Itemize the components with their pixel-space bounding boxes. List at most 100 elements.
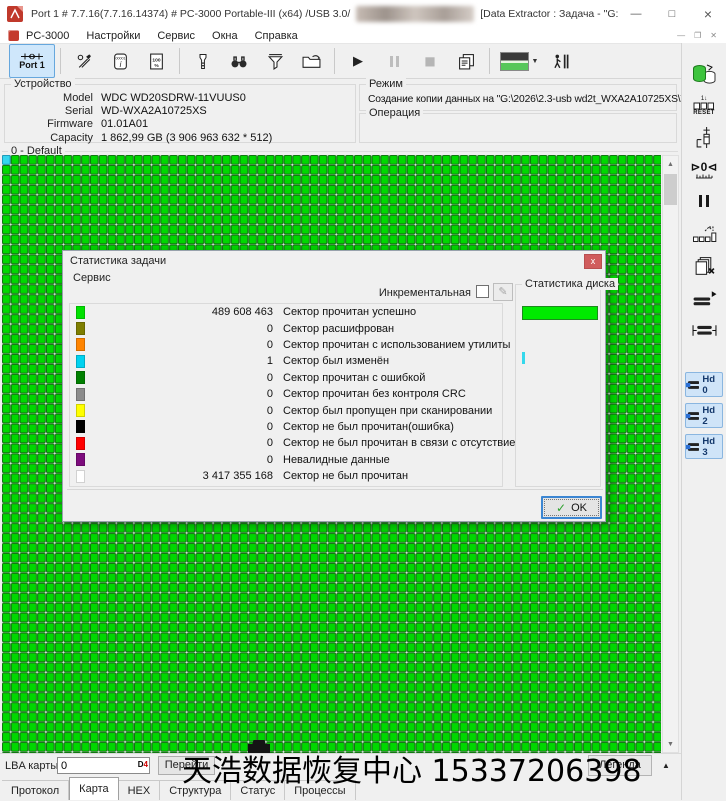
stat-label: Сектор прочитан с использованием утилиты — [283, 339, 510, 351]
title-bar: Port 1 # 7.7.16(7.7.16.14374) # PC-3000 … — [0, 0, 726, 29]
close-button[interactable]: × — [690, 0, 726, 28]
edit-icon[interactable]: ✎ — [493, 283, 513, 301]
menu-item[interactable]: Сервис — [157, 30, 195, 42]
stat-row: 0 Невалидные данные — [70, 452, 502, 468]
ok-button[interactable]: ✓ OK — [541, 496, 602, 519]
pause-utility-button[interactable] — [685, 187, 723, 217]
filter-button[interactable] — [257, 46, 293, 76]
create-copy-button[interactable] — [685, 59, 723, 89]
pause-icon — [390, 56, 399, 67]
open-copy-button[interactable] — [293, 46, 329, 76]
stat-row: 3 417 355 168 Сектор не был прочитан — [70, 468, 502, 484]
minimize-button[interactable]: — — [618, 0, 654, 28]
dec-hex-toggle-icon[interactable]: D4 — [138, 759, 148, 771]
stat-row: 0 Сектор не был прочитан в связи с отсут… — [70, 435, 502, 451]
hd-button-label: Hd 3 — [702, 436, 722, 458]
disk-connect-button[interactable] — [685, 315, 723, 345]
copies-button[interactable] — [448, 46, 484, 76]
chevron-down-icon: ▼ — [532, 58, 539, 65]
clear-copies-button[interactable] — [685, 251, 723, 281]
data-selection-button[interactable] — [185, 46, 221, 76]
pause-task-button[interactable] — [376, 46, 412, 76]
sidebar-hd-button[interactable]: Hd 2 — [685, 403, 723, 428]
bottom-tab[interactable]: Статус — [231, 780, 285, 800]
lba-input[interactable] — [57, 757, 150, 774]
sector-counter-button[interactable]: ⊳0⊲ — [685, 155, 723, 185]
mode-group-label: Режим — [366, 78, 406, 90]
device-info-row: Firmware 01.01A01 — [5, 118, 355, 131]
stat-color-swatch — [76, 371, 85, 384]
svg-text:%: % — [154, 62, 159, 68]
menu-item[interactable]: PC-3000 — [26, 30, 69, 42]
exit-button[interactable] — [543, 46, 579, 76]
stop-task-button[interactable]: ■ — [412, 46, 448, 76]
sidebar-hd-button[interactable]: Hd 3 — [685, 434, 723, 459]
dialog-title-bar[interactable]: Статистика задачи x — [63, 251, 605, 271]
statistics-button[interactable]: 100 % — [138, 46, 174, 76]
stat-row: 0 Сектор не был прочитан(ошибка) — [70, 419, 502, 435]
bottom-tab[interactable]: Карта — [69, 777, 118, 800]
sidebar-hd-button[interactable]: Hd 0 — [685, 372, 723, 397]
censored-text-block — [356, 6, 474, 22]
bottom-tab[interactable]: Процессы — [285, 780, 355, 800]
map-scrollbar[interactable]: ▲ ▼ — [662, 155, 679, 753]
disk-statistics-label: Статистика диска — [522, 278, 618, 290]
hd-button-label: Hd 0 — [702, 374, 722, 396]
collapse-up-icon[interactable]: ▲ — [658, 758, 674, 774]
stat-color-swatch — [76, 322, 85, 335]
utility-settings-button[interactable] — [66, 46, 102, 76]
menu-item[interactable]: Справка — [255, 30, 298, 42]
menu-item[interactable]: Окна — [212, 30, 238, 42]
search-button[interactable] — [221, 46, 257, 76]
stat-label: Сектор не был прочитан — [283, 470, 408, 482]
toolbar-separator — [489, 48, 490, 74]
stat-value: 489 608 463 — [85, 306, 273, 318]
jump-to-chip-button[interactable] — [685, 219, 723, 249]
power-control-button[interactable] — [685, 123, 723, 153]
operation-group-label: Операция — [366, 107, 423, 119]
copy-pages-icon — [458, 53, 475, 70]
menu-item[interactable]: Настройки — [86, 30, 140, 42]
hd-icon — [686, 442, 699, 452]
data-selection-icon — [196, 53, 210, 70]
bottom-tab[interactable]: Протокол — [2, 780, 69, 800]
disk-play-icon — [692, 290, 717, 307]
stat-color-swatch — [76, 437, 85, 450]
mdi-restore-button[interactable]: ❐ — [694, 31, 701, 40]
clear-copies-icon — [693, 256, 716, 277]
mdi-close-button[interactable]: ✕ — [710, 31, 717, 40]
disk-statistics-groupbox: Статистика диска — [515, 284, 601, 487]
stat-label: Сектор прочитан с ошибкой — [283, 372, 425, 384]
port-1-button[interactable]: Port 1 — [9, 44, 55, 78]
dialog-menu-service[interactable]: Сервис — [73, 272, 111, 284]
device-group-label: Устройство — [11, 78, 75, 90]
goto-button[interactable]: Перейти — [158, 756, 215, 775]
incremental-label: Инкрементальная — [271, 287, 471, 299]
bottom-tab[interactable]: Структура — [160, 780, 231, 800]
device-info-row: Model WDC WD20SDRW-11VUUS0 — [5, 92, 355, 105]
run-task-button[interactable]: ▶ — [340, 46, 376, 76]
dialog-divider — [67, 489, 603, 490]
mdi-minimize-button[interactable]: — — [677, 31, 685, 40]
scroll-down-icon[interactable]: ▼ — [663, 736, 678, 752]
stat-label: Сектор был изменён — [283, 355, 389, 367]
device-field-label: Firmware — [5, 118, 93, 131]
legend-button[interactable]: Легенда — [588, 755, 652, 776]
scrollbar-thumb[interactable] — [664, 174, 677, 205]
percent-doc-icon: 100 % — [149, 53, 164, 70]
hd-button-label: Hd 2 — [702, 405, 722, 427]
stat-color-swatch — [76, 420, 85, 433]
map-view-button[interactable]: ▼ — [495, 46, 543, 76]
mdi-window-controls: — ❐ ✕ — [677, 31, 726, 40]
port-button-label: Port 1 — [19, 61, 45, 70]
bottom-tab[interactable]: HEX — [119, 780, 161, 800]
scroll-up-icon[interactable]: ▲ — [663, 156, 678, 172]
script-button[interactable]: 00001 i — [102, 46, 138, 76]
incremental-checkbox[interactable] — [476, 285, 489, 298]
maximize-button[interactable]: □ — [654, 0, 690, 28]
start-disk-button[interactable] — [685, 283, 723, 313]
dialog-close-button[interactable]: x — [584, 254, 602, 269]
disk-connect-icon — [692, 323, 717, 338]
tools-icon — [76, 53, 93, 70]
reset-button[interactable]: 1↓ RESET — [685, 91, 723, 121]
